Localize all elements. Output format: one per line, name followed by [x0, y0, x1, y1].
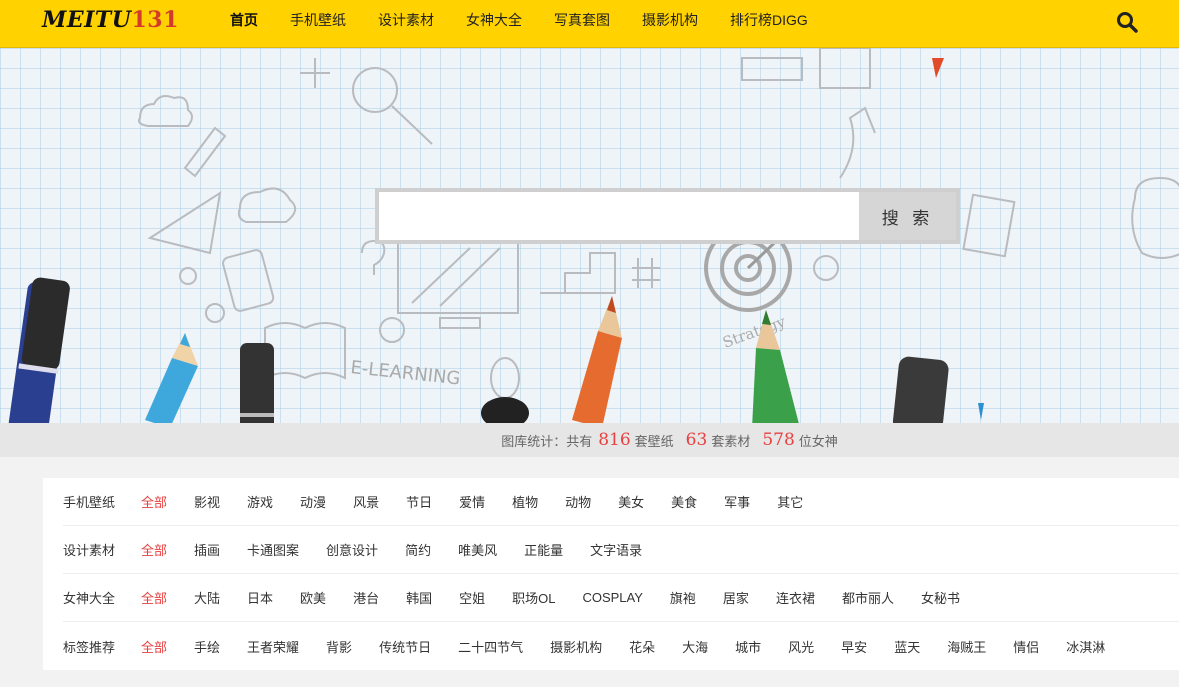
nav-ranking[interactable]: 排行榜DIGG [730, 10, 808, 30]
category-link[interactable]: 创意设计 [326, 540, 378, 559]
pencil-blue-tip [978, 403, 984, 420]
category-link[interactable]: 早安 [841, 637, 867, 656]
category-row-goddess: 女神大全 全部 大陆 日本 欧美 港台 韩国 空姐 职场OL COSPLAY 旗袍 居家 连衣裙 都市丽人… [63, 574, 1179, 622]
category-title: 标签推荐 [63, 639, 116, 655]
category-link[interactable]: 王者荣耀 [247, 637, 299, 656]
category-link[interactable]: 正能量 [524, 540, 563, 559]
nav-home[interactable]: 首页 [230, 10, 258, 30]
pencil-lightblue [145, 333, 198, 423]
category-link[interactable]: 风景 [353, 492, 379, 511]
category-title: 手机壁纸 [63, 495, 116, 510]
category-link[interactable]: 韩国 [406, 588, 432, 607]
category-link[interactable]: 欧美 [300, 588, 326, 607]
eraser-black [481, 397, 529, 423]
logo-text: MEITU [42, 7, 132, 33]
logo-number: 131 [131, 7, 179, 33]
category-link[interactable]: 传统节日 [379, 637, 431, 656]
nav-photo-studio[interactable]: 摄影机构 [642, 10, 698, 30]
category-title: 女神大全 [63, 591, 116, 606]
category-link[interactable]: 全部 [141, 588, 167, 607]
category-link[interactable]: 摄影机构 [550, 637, 602, 656]
elearning-doodle: E-LEARNING [349, 357, 461, 389]
category-link[interactable]: 卡通图案 [247, 540, 299, 559]
goddess-count: 578 [762, 430, 795, 450]
category-link[interactable]: 二十四节气 [458, 637, 523, 656]
category-link[interactable]: 插画 [194, 540, 220, 559]
category-link[interactable]: 爱情 [459, 492, 485, 511]
category-link[interactable]: 全部 [141, 637, 167, 656]
category-link[interactable]: 日本 [247, 588, 273, 607]
pencil-orange [572, 296, 622, 423]
category-link[interactable]: 冰淇淋 [1066, 637, 1105, 656]
marker-black-left [240, 343, 274, 423]
category-link[interactable]: 都市丽人 [842, 588, 894, 607]
nav-goddess[interactable]: 女神大全 [466, 10, 522, 30]
category-link[interactable]: 手绘 [194, 637, 220, 656]
nav-design-material[interactable]: 设计素材 [378, 10, 434, 30]
category-link[interactable]: 全部 [141, 540, 167, 559]
nav-photo-sets[interactable]: 写真套图 [554, 10, 610, 30]
category-link[interactable]: 大海 [682, 637, 708, 656]
pencil-red-tip [932, 58, 944, 78]
category-link[interactable]: 美女 [618, 492, 644, 511]
category-link[interactable]: 其它 [777, 492, 803, 511]
category-link[interactable]: 文字语录 [590, 540, 642, 559]
hero-banner: E-LEARNING Strategy 搜 索 [0, 48, 1179, 423]
category-link[interactable]: 空姐 [459, 588, 485, 607]
category-link[interactable]: 简约 [405, 540, 431, 559]
top-navigation-bar: MEITU131 首页 手机壁纸 设计素材 女神大全 写真套图 摄影机构 排行榜… [0, 0, 1179, 48]
material-count: 63 [685, 430, 708, 450]
nav-phone-wallpaper[interactable]: 手机壁纸 [290, 10, 346, 30]
category-link[interactable]: 节日 [406, 492, 432, 511]
category-link[interactable]: 蓝天 [894, 637, 920, 656]
category-link[interactable]: 花朵 [629, 637, 655, 656]
search-bar: 搜 索 [375, 188, 960, 244]
category-link[interactable]: 背影 [326, 637, 352, 656]
category-link[interactable]: 职场OL [512, 588, 555, 607]
category-link[interactable]: 唯美风 [458, 540, 497, 559]
category-link[interactable]: 情侣 [1013, 637, 1039, 656]
material-label: 套素材 [711, 433, 751, 449]
category-link[interactable]: 军事 [724, 492, 750, 511]
marker-black-right [892, 356, 949, 423]
stats-prefix: 图库统计：共有 [501, 433, 593, 449]
category-link[interactable]: 美食 [671, 492, 697, 511]
category-link[interactable]: 全部 [141, 492, 167, 511]
main-nav: 首页 手机壁纸 设计素材 女神大全 写真套图 摄影机构 排行榜DIGG [230, 0, 840, 40]
site-logo[interactable]: MEITU131 [42, 8, 179, 32]
category-title: 设计素材 [63, 543, 116, 558]
category-link[interactable]: 风光 [788, 637, 814, 656]
category-link[interactable]: COSPLAY [582, 590, 642, 605]
wallpaper-count: 816 [598, 430, 631, 450]
category-link[interactable]: 城市 [735, 637, 761, 656]
search-input[interactable] [379, 192, 859, 240]
category-link[interactable]: 动漫 [300, 492, 326, 511]
category-row-design-material: 设计素材 全部 插画 卡通图案 创意设计 简约 唯美风 正能量 文字语录 [63, 526, 1179, 574]
library-stats: 图库统计：共有 816 套壁纸 63 套素材 578 位女神 [0, 423, 1179, 457]
wallpaper-label: 套壁纸 [634, 433, 674, 449]
category-panel: 手机壁纸 全部 影视 游戏 动漫 风景 节日 爱情 植物 动物 美女 美食 军事 其它 设计素材 全部 插画 卡通… [43, 478, 1179, 670]
search-icon[interactable] [1115, 10, 1139, 34]
category-link[interactable]: 港台 [353, 588, 379, 607]
category-row-phone-wallpaper: 手机壁纸 全部 影视 游戏 动漫 风景 节日 爱情 植物 动物 美女 美食 军事 其它 [63, 478, 1179, 526]
category-link[interactable]: 植物 [512, 492, 538, 511]
category-link[interactable]: 海贼王 [947, 637, 986, 656]
goddess-label: 位女神 [798, 433, 838, 449]
category-row-tag-recommend: 标签推荐 全部 手绘 王者荣耀 背影 传统节日 二十四节气 摄影机构 花朵 大海 城市 风光 早安 蓝天 海… [63, 622, 1179, 670]
search-button[interactable]: 搜 索 [859, 192, 956, 240]
marker-blue [8, 277, 70, 423]
category-link[interactable]: 动物 [565, 492, 591, 511]
category-link[interactable]: 大陆 [194, 588, 220, 607]
category-link[interactable]: 女秘书 [921, 588, 960, 607]
category-link[interactable]: 旗袍 [670, 588, 696, 607]
category-link[interactable]: 影视 [194, 492, 220, 511]
category-link[interactable]: 游戏 [247, 492, 273, 511]
category-link[interactable]: 连衣裙 [776, 588, 815, 607]
category-link[interactable]: 居家 [723, 588, 749, 607]
